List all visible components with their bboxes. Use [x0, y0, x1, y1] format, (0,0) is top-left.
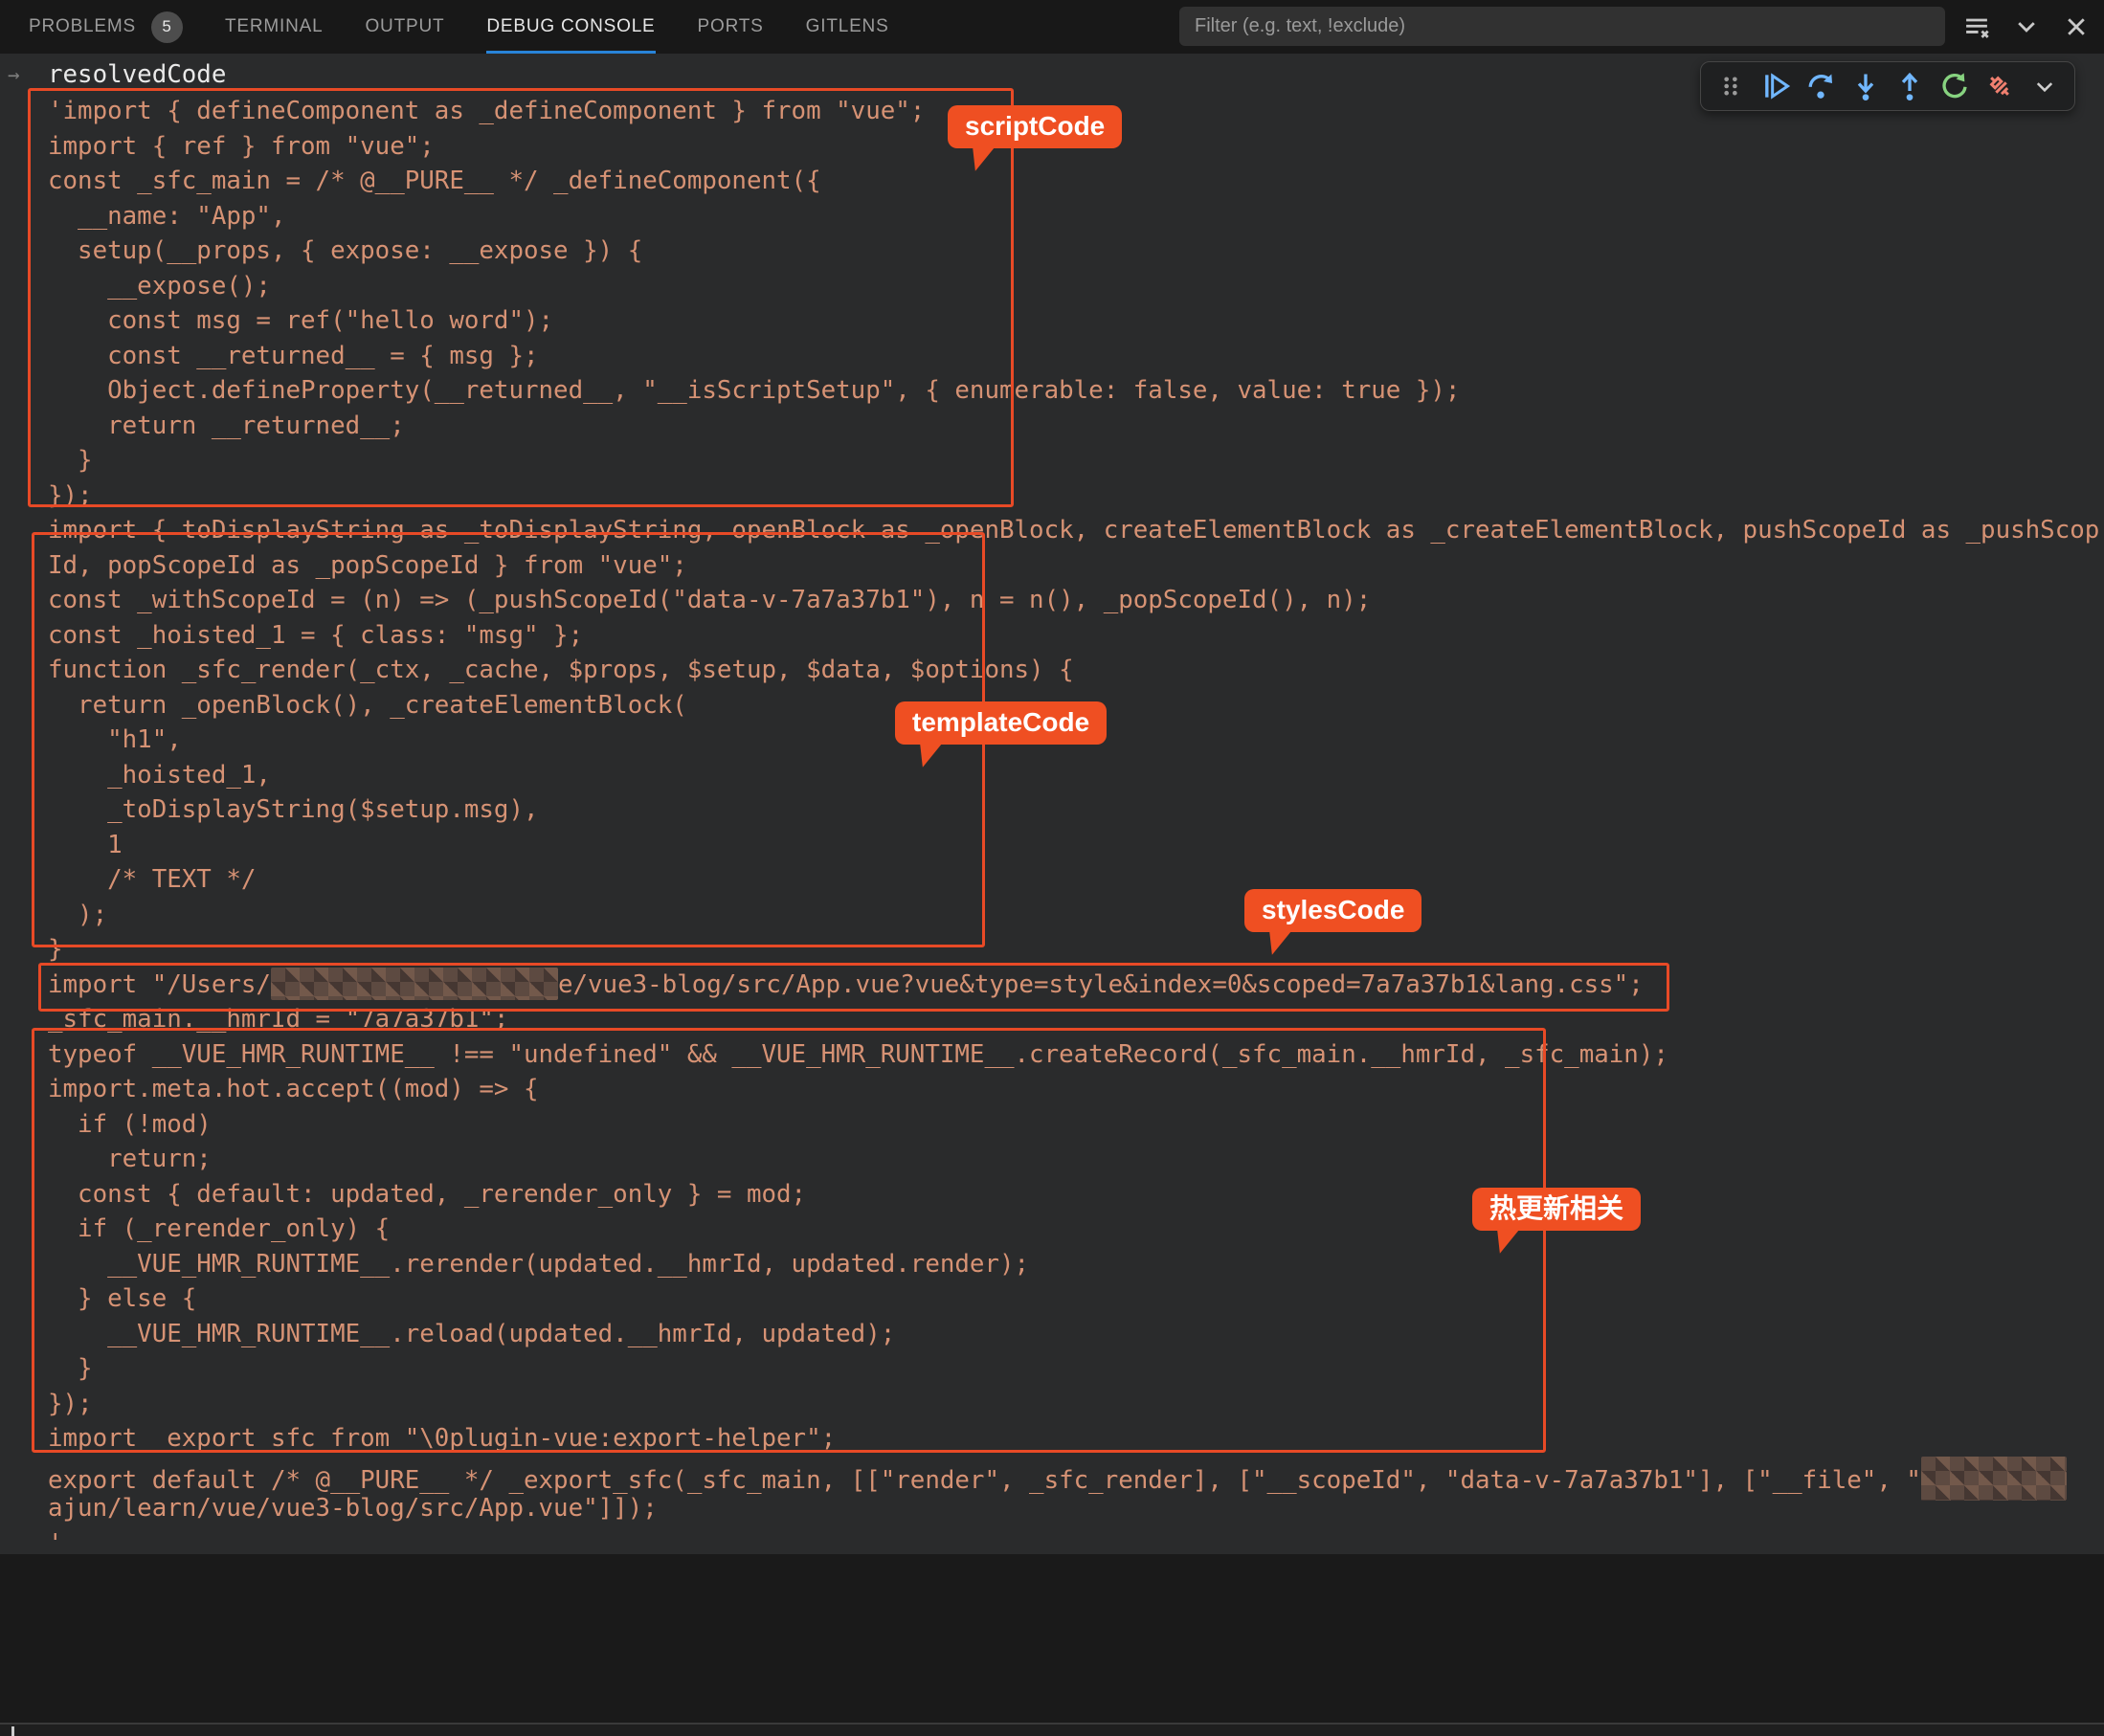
step-into-button[interactable] — [1849, 70, 1882, 102]
code-line: 1 — [48, 828, 2104, 863]
toolbar-drag-grip[interactable] — [1714, 70, 1747, 102]
code-line: const { default: updated, _rerender_only… — [48, 1177, 2104, 1213]
styles-code-label: stylesCode — [1244, 889, 1421, 932]
toolbar-chevron-down-icon[interactable] — [2028, 70, 2061, 102]
debug-toolbar — [1700, 61, 2075, 111]
tab-debug-console[interactable]: DEBUG CONSOLE — [486, 0, 655, 54]
disconnect-button[interactable] — [1983, 70, 2016, 102]
code-line: const _sfc_main = /* @__PURE__ */ _defin… — [48, 164, 2104, 199]
code-line: ); — [48, 898, 2104, 933]
code-line: ' — [48, 1526, 2104, 1562]
code-line: import _export_sfc from "\0plugin-vue:ex… — [48, 1421, 2104, 1457]
code-line: } — [48, 932, 2104, 968]
code-line: __VUE_HMR_RUNTIME__.rerender(updated.__h… — [48, 1247, 2104, 1282]
code-line: ajun/learn/vue/vue3-blog/src/App.vue"]])… — [48, 1491, 2104, 1526]
code-line: _sfc_main.__hmrId = "7a7a37b1"; — [48, 1002, 2104, 1037]
tab-gitlens[interactable]: GITLENS — [806, 0, 889, 54]
script-code-label: scriptCode — [948, 105, 1122, 148]
code-line: } else { — [48, 1281, 2104, 1317]
redacted-file-path — [1921, 1457, 2067, 1501]
export-default-line: export default /* @__PURE__ */ _export_s… — [48, 1457, 2104, 1492]
tab-problems-label: PROBLEMS — [29, 16, 136, 37]
tab-terminal[interactable]: TERMINAL — [225, 0, 323, 54]
code-line: const msg = ref("hello word"); — [48, 303, 2104, 339]
text-cursor — [11, 1726, 14, 1736]
clear-console-icon[interactable] — [1962, 12, 1991, 41]
code-block-tail: ajun/learn/vue/vue3-blog/src/App.vue"]])… — [48, 1491, 2104, 1561]
redacted-user-path — [271, 968, 558, 1000]
code-line: return; — [48, 1142, 2104, 1177]
problems-count-badge: 5 — [151, 11, 183, 43]
code-line: } — [48, 1351, 2104, 1387]
tab-gitlens-label: GITLENS — [806, 16, 889, 37]
tab-problems[interactable]: PROBLEMS 5 — [29, 0, 183, 54]
chevron-down-icon[interactable] — [2012, 12, 2041, 41]
code-line: const __returned__ = { msg }; — [48, 339, 2104, 374]
code-line: __expose(); — [48, 269, 2104, 304]
code-line: } — [48, 443, 2104, 479]
tab-ports-label: PORTS — [698, 16, 764, 37]
step-out-button[interactable] — [1893, 70, 1926, 102]
code-line: const _withScopeId = (n) => (_pushScopeI… — [48, 583, 2104, 618]
styles-import-pre: import "/Users/ — [48, 970, 271, 999]
code-line: if (_rerender_only) { — [48, 1212, 2104, 1247]
code-line: setup(__props, { expose: __expose }) { — [48, 234, 2104, 269]
panel-tab-bar: PROBLEMS 5 TERMINAL OUTPUT DEBUG CONSOLE… — [0, 0, 2104, 54]
code-line: if (!mod) — [48, 1107, 2104, 1143]
tab-ports[interactable]: PORTS — [698, 0, 764, 54]
code-line: __VUE_HMR_RUNTIME__.reload(updated.__hmr… — [48, 1317, 2104, 1352]
restart-button[interactable] — [1938, 70, 1971, 102]
code-line: }); — [48, 1387, 2104, 1422]
styles-import-line: import "/Users/e/vue3-blog/src/App.vue?v… — [48, 968, 2104, 1003]
panel-action-icons — [1962, 0, 2091, 54]
code-line: Id, popScopeId as _popScopeId } from "vu… — [48, 548, 2104, 584]
console-output: → resolvedCode 'import { defineComponent… — [0, 54, 2104, 1554]
template-code-label: templateCode — [895, 701, 1107, 745]
resolved-code-text: 'import { defineComponent as _defineComp… — [48, 94, 2104, 1561]
code-line: _toDisplayString($setup.msg), — [48, 792, 2104, 828]
code-line: const _hoisted_1 = { class: "msg" }; — [48, 618, 2104, 654]
code-line: _hoisted_1, — [48, 758, 2104, 793]
styles-import-post: e/vue3-blog/src/App.vue?vue&type=style&i… — [558, 970, 1644, 999]
code-line: import.meta.hot.accept((mod) => { — [48, 1072, 2104, 1107]
code-line: function _sfc_render(_ctx, _cache, $prop… — [48, 653, 2104, 688]
console-filter[interactable] — [1179, 7, 1945, 46]
filter-input[interactable] — [1179, 15, 1945, 37]
repl-input[interactable] — [0, 1725, 2104, 1736]
step-over-button[interactable] — [1804, 70, 1837, 102]
panel-tabs: PROBLEMS 5 TERMINAL OUTPUT DEBUG CONSOLE… — [0, 0, 931, 54]
code-line: Object.defineProperty(__returned__, "__i… — [48, 373, 2104, 409]
code-block-hmr: _sfc_main.__hmrId = "7a7a37b1";typeof __… — [48, 1002, 2104, 1457]
code-line: import { toDisplayString as _toDisplaySt… — [48, 513, 2104, 548]
code-line: __name: "App", — [48, 199, 2104, 234]
tab-output[interactable]: OUTPUT — [365, 0, 444, 54]
close-icon[interactable] — [2062, 12, 2091, 41]
tab-output-label: OUTPUT — [365, 16, 444, 37]
expand-log-arrow[interactable]: → — [8, 63, 20, 86]
continue-button[interactable] — [1759, 70, 1792, 102]
export-line-pre: export default /* @__PURE__ */ _export_s… — [48, 1466, 1921, 1495]
code-line: typeof __VUE_HMR_RUNTIME__ !== "undefine… — [48, 1037, 2104, 1073]
code-line: }); — [48, 479, 2104, 514]
code-line: return __returned__; — [48, 409, 2104, 444]
hmr-code-label: 热更新相关 — [1472, 1188, 1641, 1231]
code-line: /* TEXT */ — [48, 862, 2104, 898]
code-block-script: 'import { defineComponent as _defineComp… — [48, 94, 2104, 968]
tab-debug-console-label: DEBUG CONSOLE — [486, 16, 655, 37]
log-variable-name: resolvedCode — [48, 57, 226, 92]
tab-terminal-label: TERMINAL — [225, 16, 323, 37]
